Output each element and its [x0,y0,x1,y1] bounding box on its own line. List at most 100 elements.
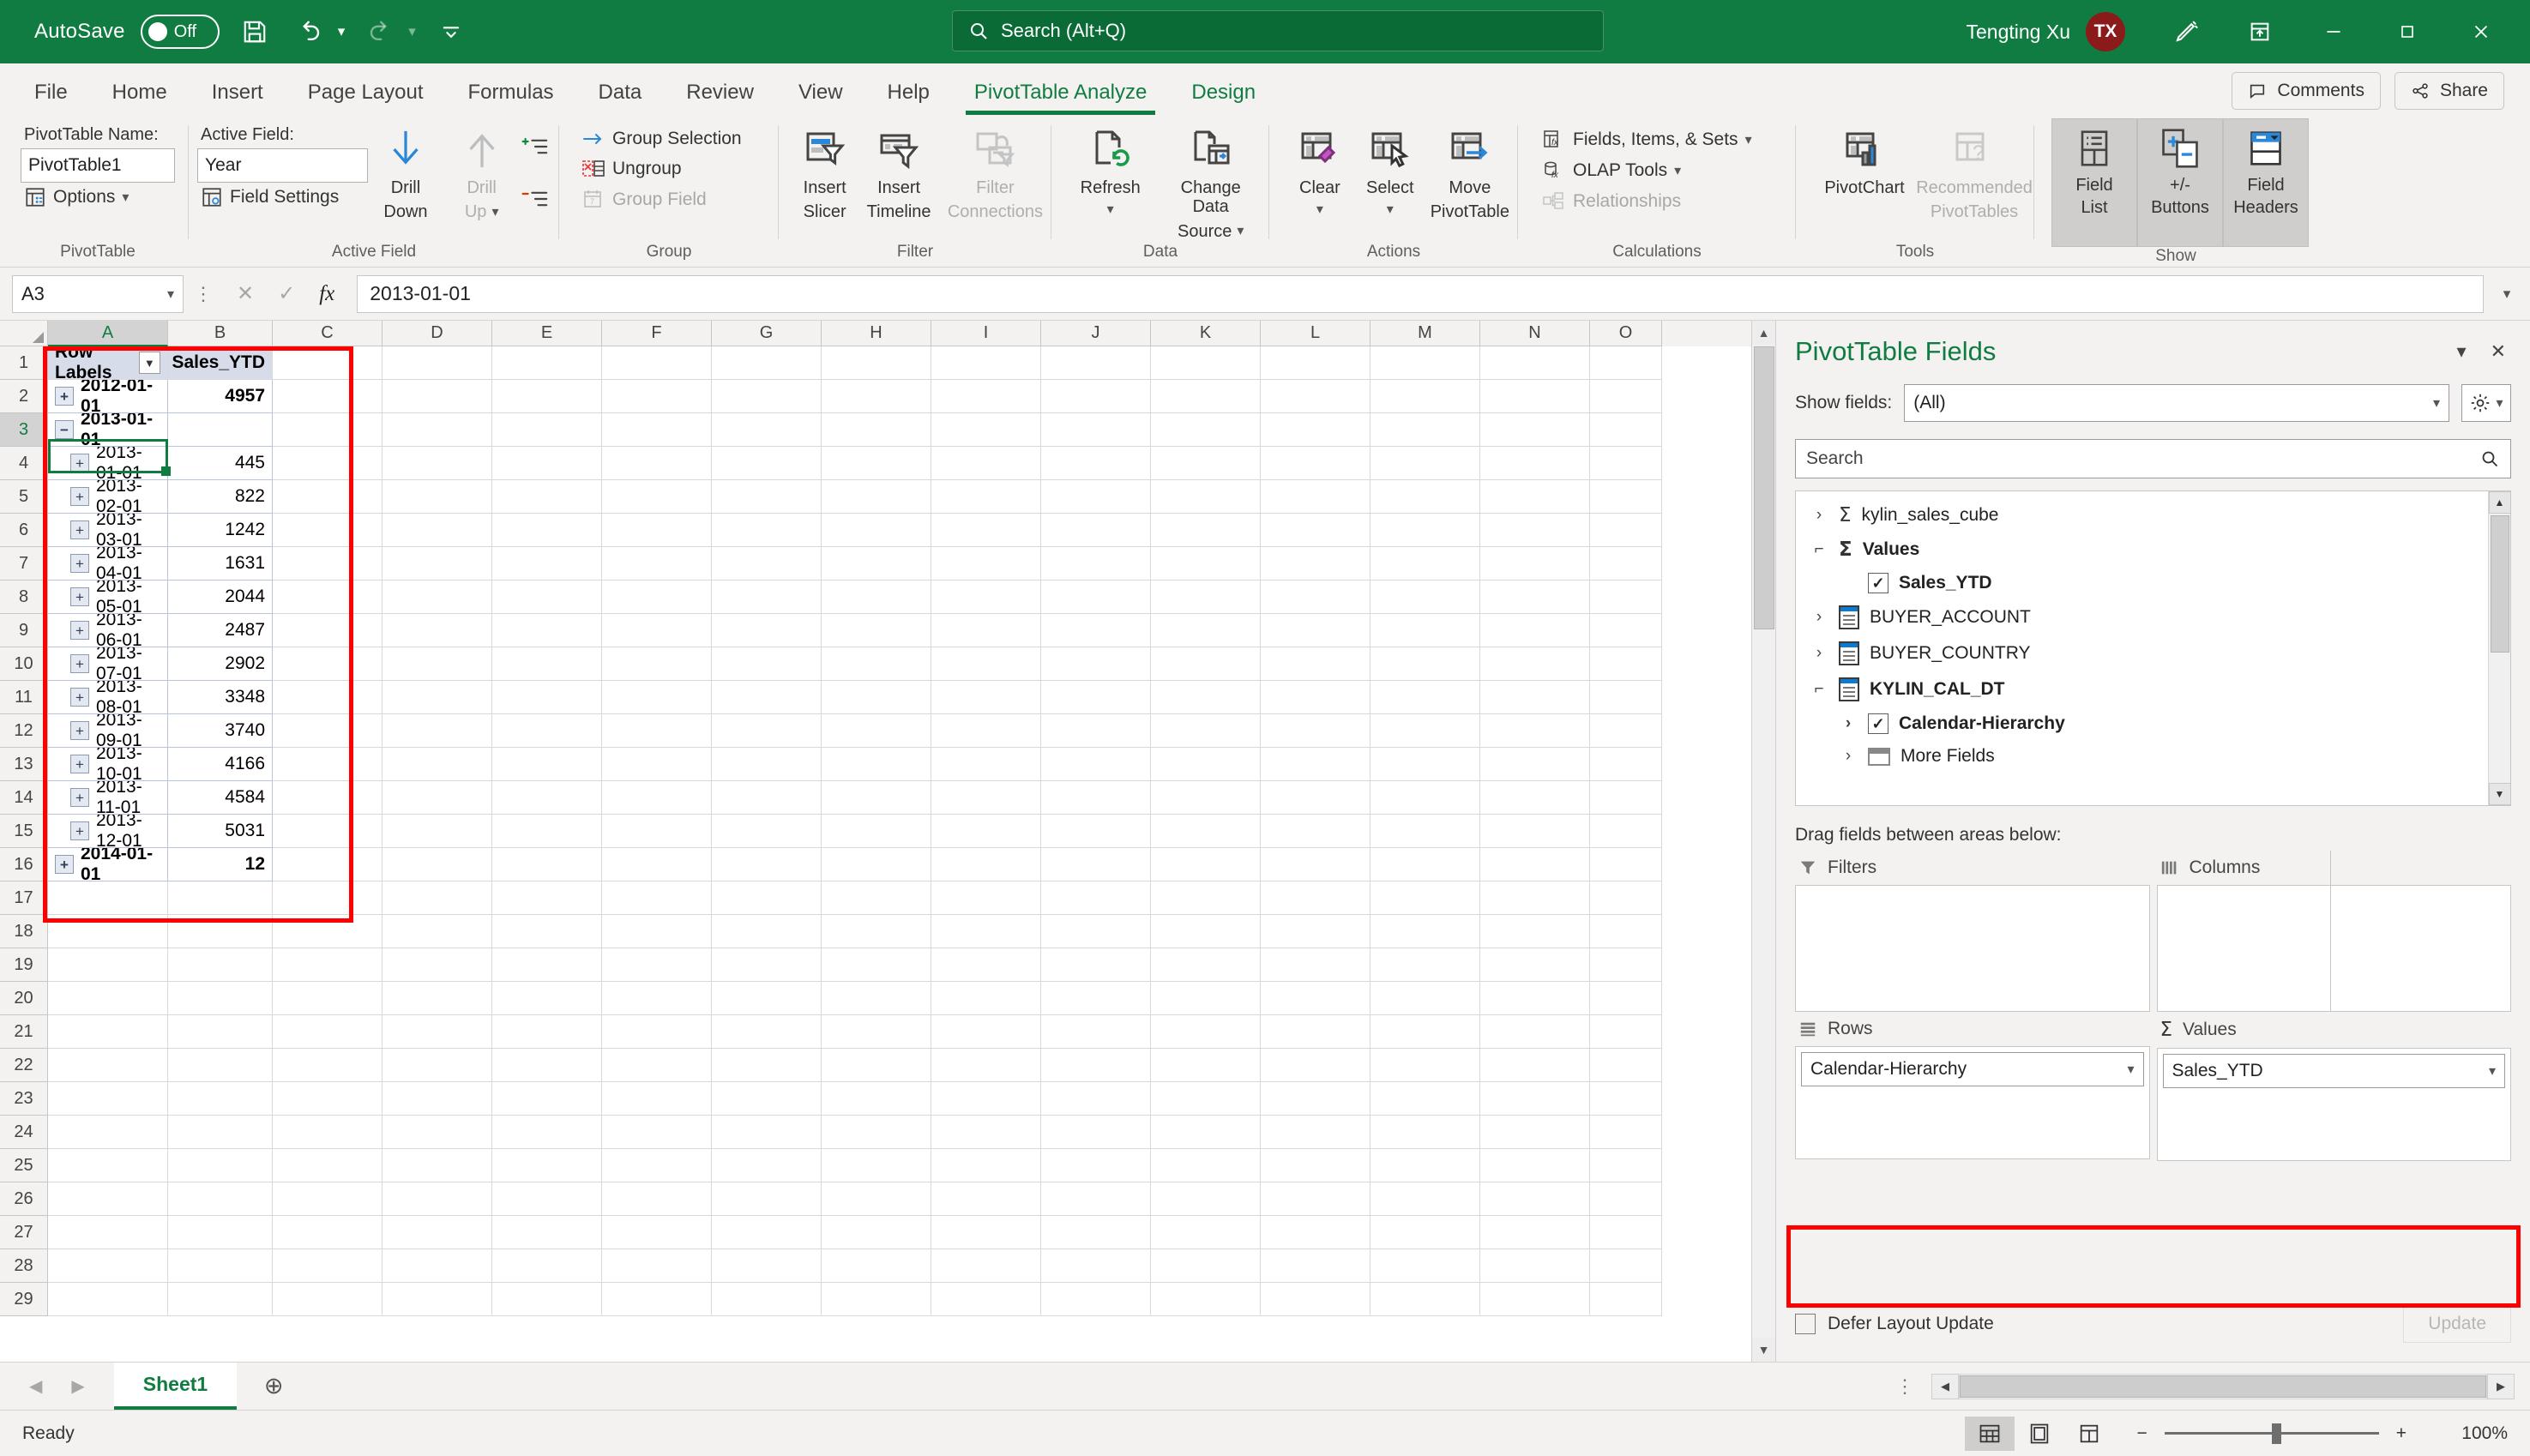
pivot-row-label[interactable]: +2013-08-01 [48,681,168,714]
cell[interactable] [1480,1216,1590,1249]
values-chip-chevron-down-icon[interactable]: ▾ [2489,1062,2496,1080]
column-header-J[interactable]: J [1041,321,1151,346]
pivot-row-value[interactable]: 2044 [168,581,273,614]
cell[interactable] [273,647,383,681]
cell[interactable] [1151,1216,1261,1249]
cell[interactable] [822,1015,931,1049]
cell[interactable] [48,881,168,915]
values-chip-sales-ytd[interactable]: Sales_YTD ▾ [2162,1054,2505,1088]
cell[interactable] [273,748,383,781]
field-settings-button[interactable]: Field Settings [197,183,368,212]
cell[interactable] [1261,1116,1370,1149]
cell[interactable] [822,380,931,413]
cell[interactable] [1370,480,1480,514]
pane-menu-chevron-down-icon[interactable]: ▾ [2457,340,2467,363]
cell[interactable] [712,1082,822,1116]
cell[interactable] [1590,915,1662,948]
cell[interactable] [712,915,822,948]
cell[interactable] [1261,714,1370,748]
maximize-button[interactable] [2370,0,2444,63]
cell[interactable] [492,447,602,480]
row-header-19[interactable]: 19 [0,948,48,982]
tab-page-layout[interactable]: Page Layout [286,69,446,117]
row-header-28[interactable]: 28 [0,1249,48,1283]
cell[interactable] [822,781,931,815]
field-list-item[interactable]: ⌐ KYLIN_CAL_DT [1801,671,2505,707]
cell[interactable] [1480,815,1590,848]
refresh-button[interactable]: Refresh ▾ [1072,122,1148,218]
cell[interactable] [712,1015,822,1049]
cell[interactable] [383,581,492,614]
expand-icon[interactable]: + [70,755,89,773]
cell[interactable] [1041,1049,1151,1082]
tab-view[interactable]: View [776,69,865,117]
cell[interactable] [1370,982,1480,1015]
table-row[interactable]: 15 +2013-12-01 5031 [0,815,1775,848]
cell[interactable] [273,514,383,547]
row-header-20[interactable]: 20 [0,982,48,1015]
cell[interactable] [1261,380,1370,413]
row-header-27[interactable]: 27 [0,1216,48,1249]
scroll-up-button[interactable]: ▲ [1751,321,1775,345]
cell[interactable] [931,647,1041,681]
cell[interactable] [1261,1149,1370,1182]
cell[interactable] [48,1216,168,1249]
cell[interactable] [48,948,168,982]
row-header-1[interactable]: 1 [0,346,48,380]
tab-design[interactable]: Design [1169,69,1278,117]
sheet-nav-prev-icon[interactable]: ◀ [29,1375,42,1397]
cell[interactable] [1261,1216,1370,1249]
column-header-A[interactable]: A [48,321,168,346]
cell[interactable] [1480,1049,1590,1082]
cell[interactable] [822,948,931,982]
cell[interactable] [383,547,492,581]
cell[interactable] [1590,714,1662,748]
cell[interactable] [1480,781,1590,815]
cell[interactable] [273,547,383,581]
cell[interactable] [1261,1015,1370,1049]
zoom-out-button[interactable]: − [2136,1423,2147,1444]
row-header-5[interactable]: 5 [0,480,48,514]
cell[interactable] [273,346,383,380]
close-button[interactable] [2444,0,2518,63]
cell[interactable] [1151,1249,1261,1283]
cell[interactable] [1151,982,1261,1015]
cell[interactable] [1590,1049,1662,1082]
pivot-row-label[interactable]: +2013-12-01 [48,815,168,848]
zoom-slider-handle[interactable] [2271,1423,2281,1444]
cell[interactable] [712,413,822,447]
pivot-row-label[interactable]: −2013-01-01 [48,413,168,447]
cell[interactable] [1151,1049,1261,1082]
cell[interactable] [168,982,273,1015]
row-header-23[interactable]: 23 [0,1082,48,1116]
pivot-row-value[interactable]: 2487 [168,614,273,647]
cell[interactable] [822,881,931,915]
cell[interactable] [602,982,712,1015]
cell[interactable] [383,1149,492,1182]
cell[interactable] [712,1049,822,1082]
pivot-row-label[interactable]: +2013-07-01 [48,647,168,681]
cell[interactable] [1590,413,1662,447]
cell[interactable] [712,447,822,480]
pivot-row-label[interactable]: +2013-03-01 [48,514,168,547]
cell[interactable] [1041,982,1151,1015]
column-header-E[interactable]: E [492,321,602,346]
cell[interactable] [602,547,712,581]
table-row[interactable]: 29 [0,1283,1775,1316]
cell[interactable] [1041,480,1151,514]
cell[interactable] [822,647,931,681]
cell[interactable] [383,647,492,681]
cell[interactable] [1370,948,1480,982]
cell[interactable] [1590,948,1662,982]
cell[interactable] [383,881,492,915]
cell[interactable] [1041,748,1151,781]
cell[interactable] [1590,982,1662,1015]
pivot-row-value[interactable] [168,413,273,447]
undo-chevron-down-icon[interactable]: ▾ [338,23,346,40]
cell[interactable] [822,346,931,380]
zoom-in-button[interactable]: + [2396,1423,2407,1444]
cell[interactable] [822,915,931,948]
confirm-edit-icon[interactable]: ✓ [278,281,295,306]
cell[interactable] [1590,1216,1662,1249]
cell[interactable] [1151,447,1261,480]
